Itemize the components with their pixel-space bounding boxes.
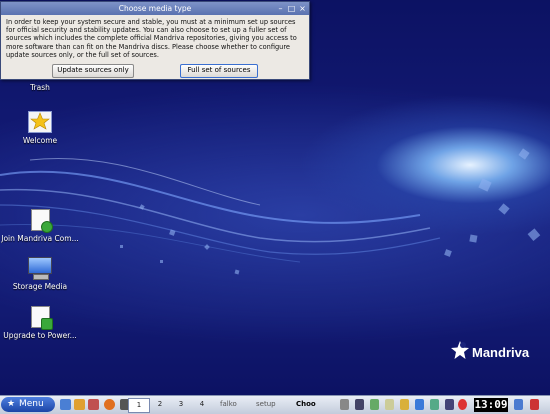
- update-sources-only-button[interactable]: Update sources only: [52, 64, 134, 78]
- desktop-icon-welcome[interactable]: Welcome: [1, 111, 79, 145]
- desktop-icon-label: Join Mandriva Com...: [1, 234, 79, 243]
- quicklaunch-firefox-icon[interactable]: [104, 399, 115, 410]
- pager-desktop-2[interactable]: 2: [150, 398, 170, 411]
- dialog-titlebar[interactable]: Choose media type – □ ×: [1, 2, 309, 15]
- desktop-icon-label: Welcome: [22, 136, 58, 145]
- tray-logout-icon[interactable]: [530, 399, 539, 410]
- quicklaunch-files-icon[interactable]: [88, 399, 99, 410]
- tray-network-icon[interactable]: [415, 399, 424, 410]
- pager-desktop-4[interactable]: 4: [192, 398, 212, 411]
- tray-show-desktop-icon[interactable]: [514, 399, 523, 410]
- desktop-icon-storage-media[interactable]: Storage Media: [1, 257, 79, 291]
- mandriva-star-icon: [451, 341, 469, 359]
- task-choose-media-type[interactable]: Choo: [296, 398, 332, 411]
- taskbar: ★ Menu 1 2 3 4 falko setup Choo 13:09: [0, 395, 550, 414]
- desktop-icon-label: Storage Media: [12, 282, 68, 291]
- close-icon[interactable]: ×: [297, 3, 308, 14]
- dialog-message: In order to keep your system secure and …: [6, 18, 297, 59]
- dialog-title: Choose media type: [118, 4, 192, 13]
- task-label: falko: [220, 400, 237, 408]
- menu-label: Menu: [19, 399, 44, 409]
- tray-volume-icon[interactable]: [430, 399, 439, 410]
- choose-media-type-dialog: Choose media type – □ × In order to keep…: [0, 1, 310, 80]
- task-label: setup: [256, 400, 276, 408]
- quicklaunch-settings-icon[interactable]: [60, 399, 71, 410]
- maximize-icon[interactable]: □: [286, 3, 297, 14]
- tray-printer-icon[interactable]: [340, 399, 349, 410]
- task-setup[interactable]: setup: [256, 398, 290, 411]
- taskbar-clock[interactable]: 13:09: [474, 398, 508, 412]
- tray-pen-icon[interactable]: [355, 399, 364, 410]
- desktop-icon-label: Upgrade to Power...: [3, 331, 77, 340]
- tray-update-icon[interactable]: [445, 399, 454, 410]
- quicklaunch-home-icon[interactable]: [74, 399, 85, 410]
- welcome-star-icon: [28, 111, 52, 133]
- pager-desktop-3[interactable]: 3: [171, 398, 191, 411]
- tray-app-icon[interactable]: [370, 399, 379, 410]
- monitor-icon: [27, 257, 53, 280]
- desktop-icon-join-mandriva[interactable]: Join Mandriva Com...: [1, 209, 79, 243]
- menu-star-icon: ★: [7, 399, 16, 409]
- document-link-icon: [29, 209, 53, 233]
- minimize-icon[interactable]: –: [275, 3, 286, 14]
- full-set-of-sources-button[interactable]: Full set of sources: [180, 64, 258, 78]
- pager-desktop-1[interactable]: 1: [128, 398, 150, 413]
- tray-alert-icon[interactable]: [458, 399, 467, 410]
- desktop-icon-label: Trash: [30, 83, 50, 92]
- task-falko[interactable]: falko: [220, 398, 250, 411]
- desktop-icon-upgrade[interactable]: Upgrade to Power...: [1, 306, 79, 340]
- tray-lock-icon[interactable]: [400, 399, 409, 410]
- task-label: Choo: [296, 400, 316, 408]
- mandriva-logo-text: Mandriva: [472, 345, 530, 360]
- tray-clipboard-icon[interactable]: [385, 399, 394, 410]
- document-upgrade-icon: [29, 306, 53, 330]
- menu-button[interactable]: ★ Menu: [1, 397, 55, 412]
